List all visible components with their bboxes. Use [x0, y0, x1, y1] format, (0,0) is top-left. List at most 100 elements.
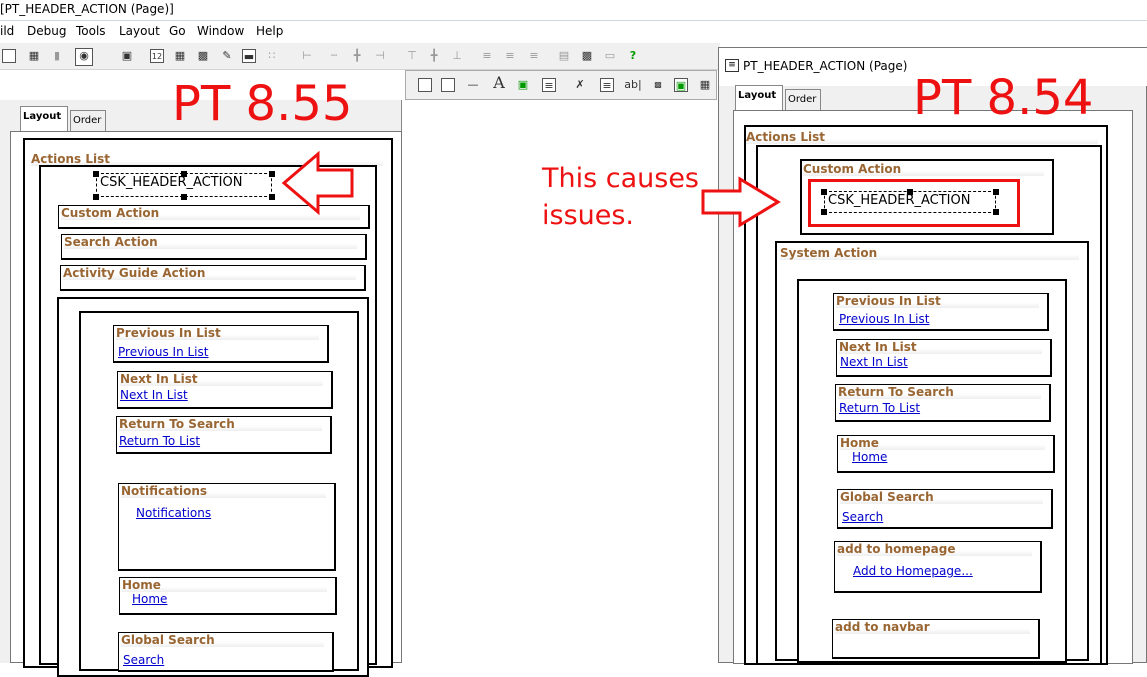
- menu-help[interactable]: Help: [256, 24, 283, 38]
- align-top-icon[interactable]: ⊤: [405, 49, 419, 63]
- list-item[interactable]: Previous In List Previous In List: [113, 325, 329, 363]
- custom-action-box[interactable]: Custom Action CSK_HEADER_ACTION: [800, 159, 1054, 235]
- help-icon[interactable]: ?: [626, 49, 640, 63]
- item-link[interactable]: Return To List: [119, 434, 200, 448]
- actions-inner-box: CSK_HEADER_ACTION Custom Action Search A…: [39, 165, 377, 677]
- list-item[interactable]: Global Search Search: [837, 489, 1053, 529]
- space-left-icon[interactable]: ≡: [480, 49, 494, 63]
- item-link[interactable]: Next In List: [840, 355, 908, 369]
- align-bottom-icon[interactable]: ⊥: [450, 49, 464, 63]
- list-item[interactable]: Return To Search Return To List: [835, 384, 1051, 422]
- item-link[interactable]: Previous In List: [118, 345, 208, 359]
- checkbox-icon[interactable]: ✗: [573, 78, 587, 92]
- size-icon[interactable]: ▤: [557, 49, 571, 63]
- menu-debug[interactable]: Debug: [27, 24, 66, 38]
- select-icon[interactable]: ▣: [120, 49, 134, 63]
- edit-icon[interactable]: ✎: [220, 49, 234, 63]
- list-item[interactable]: Notifications Notifications: [118, 483, 336, 571]
- list-item[interactable]: Next In List Next In List: [836, 339, 1052, 377]
- build-icon[interactable]: [2, 49, 16, 63]
- resize-handle[interactable]: [93, 194, 99, 200]
- item-link[interactable]: Return To List: [839, 401, 920, 415]
- space-center-icon[interactable]: ≡: [503, 49, 517, 63]
- menu-go[interactable]: Go: [169, 24, 186, 38]
- right-arrow-icon: [701, 176, 781, 228]
- system-action-box: System Action Previous In List Previous …: [775, 241, 1089, 663]
- resize-handle[interactable]: [181, 171, 187, 177]
- item-title: add to homepage: [837, 542, 1032, 556]
- list-item[interactable]: add to navbar: [832, 619, 1040, 659]
- frame-insert-icon[interactable]: [418, 78, 432, 92]
- properties-icon[interactable]: ▦: [27, 49, 41, 63]
- trash-icon[interactable]: ▮: [50, 49, 64, 63]
- align-left-edge-icon[interactable]: ┄: [327, 49, 341, 63]
- list-item[interactable]: Global Search Search: [118, 632, 334, 672]
- item-link[interactable]: Add to Homepage...: [853, 564, 973, 578]
- pt854-annotation: PT 8.54: [913, 70, 1094, 126]
- space-right-icon[interactable]: ≡: [527, 49, 541, 63]
- layout-canvas: Actions List Custom Action CSK_HEADER_AC…: [733, 110, 1133, 665]
- resize-handle[interactable]: [93, 171, 99, 177]
- title-bar: [PT_HEADER_ACTION (Page)]: [0, 0, 1147, 21]
- insert-toolbar: — A ▣ ≡ ✗ ≡ ab| ▩ ▣ ▦: [405, 70, 717, 100]
- item-title: Global Search: [840, 490, 1043, 504]
- main-toolbar: ▦ ▮ ◉ ▣ 12 ▦ ▩ ✎ ▬ ∷ ⊢ ┄ ╋ ⊣ ⊤ ╋ ⊥ ≡ ≡ ≡…: [0, 42, 720, 70]
- item-link[interactable]: Notifications: [136, 506, 211, 520]
- view-icon[interactable]: ◉: [75, 48, 93, 66]
- item-link[interactable]: Previous In List: [839, 312, 929, 326]
- item-link[interactable]: Next In List: [120, 388, 188, 402]
- align-center-icon[interactable]: ╋: [350, 49, 364, 63]
- edit-box-icon[interactable]: ab|: [624, 78, 642, 92]
- line-icon[interactable]: —: [466, 78, 480, 92]
- search-action-title: Search Action: [64, 235, 357, 249]
- menu-build[interactable]: ild: [0, 24, 14, 38]
- item-link[interactable]: Search: [123, 653, 164, 667]
- item-title: Next In List: [839, 340, 1042, 354]
- resize-handle[interactable]: [269, 171, 275, 177]
- page-field-icon[interactable]: ▩: [196, 49, 210, 63]
- list-item[interactable]: Home Home: [119, 577, 337, 615]
- frame-icon[interactable]: ▬: [242, 49, 256, 63]
- search-action-group[interactable]: Search Action: [61, 234, 367, 260]
- group-box-icon[interactable]: [441, 78, 455, 92]
- list-item[interactable]: Home Home: [837, 435, 1055, 473]
- menu-window[interactable]: Window: [197, 24, 244, 38]
- custom-action-title: Custom Action: [803, 162, 1044, 176]
- item-title: Home: [122, 578, 327, 592]
- tab-layout[interactable]: Layout: [20, 106, 68, 131]
- list-item[interactable]: Next In List Next In List: [117, 371, 333, 409]
- align-right-icon[interactable]: ⊣: [373, 49, 387, 63]
- static-image-icon[interactable]: ≡: [542, 78, 556, 92]
- tab-order[interactable]: Order: [785, 89, 821, 111]
- item-link[interactable]: Home: [852, 450, 887, 464]
- list-item[interactable]: Previous In List Previous In List: [833, 293, 1049, 331]
- system-action-box: Previous In List Previous In List Next I…: [57, 297, 369, 677]
- align-middle-icon[interactable]: ╋: [427, 49, 441, 63]
- long-edit-icon[interactable]: ▩: [651, 78, 665, 92]
- text-icon[interactable]: A: [492, 75, 506, 91]
- item-link[interactable]: Search: [842, 510, 883, 524]
- tab-order[interactable]: Order: [70, 110, 106, 132]
- image-icon[interactable]: ▣: [516, 78, 530, 92]
- resize-handle[interactable]: [269, 194, 275, 200]
- test-icon[interactable]: ▩: [580, 49, 594, 63]
- grid-insert-icon[interactable]: ▦: [698, 78, 712, 92]
- align-left-icon[interactable]: ⊢: [300, 49, 314, 63]
- issue-annotation-line2: issues.: [542, 200, 635, 231]
- list-item[interactable]: add to homepage Add to Homepage...: [834, 541, 1042, 593]
- page-icon: ≡: [725, 59, 739, 72]
- listbox-icon[interactable]: ≡: [600, 78, 614, 92]
- link-icon[interactable]: ▭: [603, 49, 617, 63]
- tab-layout[interactable]: Layout: [735, 85, 783, 110]
- dots-icon[interactable]: ∷: [265, 49, 279, 63]
- pt855-annotation: PT 8.55: [172, 76, 353, 132]
- menu-tools[interactable]: Tools: [76, 24, 106, 38]
- resize-handle[interactable]: [181, 194, 187, 200]
- grid-icon[interactable]: ▦: [173, 49, 187, 63]
- list-item[interactable]: Return To Search Return To List: [116, 416, 332, 454]
- push-button-icon[interactable]: ▣: [674, 78, 688, 92]
- activity-guide-action-group[interactable]: Activity Guide Action: [60, 265, 366, 291]
- item-link[interactable]: Home: [132, 592, 167, 606]
- number-icon[interactable]: 12: [150, 49, 164, 63]
- menu-layout[interactable]: Layout: [119, 24, 160, 38]
